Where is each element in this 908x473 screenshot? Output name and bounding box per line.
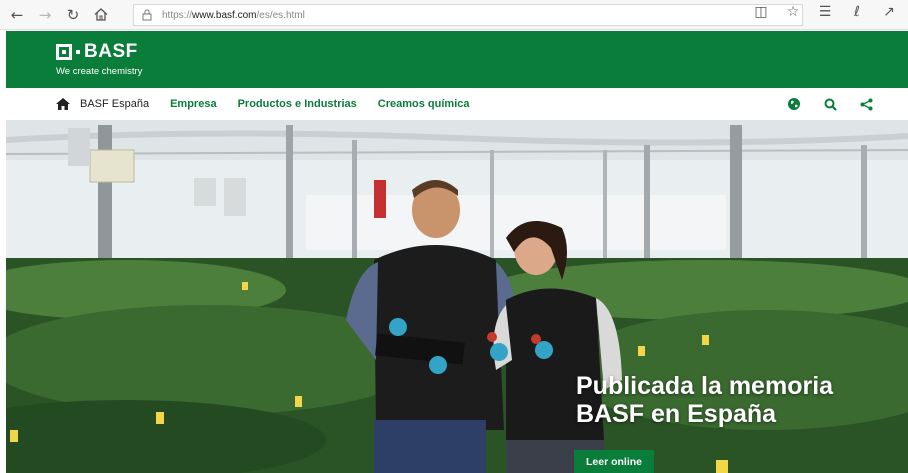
url-text: https://www.basf.com/es/es.html [162, 10, 305, 21]
basf-logo[interactable]: BASF We create chemistry [56, 41, 142, 77]
hero-banner[interactable]: Publicada la memoria BASF en España Leer… [6, 120, 908, 473]
site-header: BASF We create chemistry [6, 31, 908, 88]
logo-text: BASF [84, 41, 138, 62]
nav-item-creamos-quimica[interactable]: Creamos química [378, 98, 470, 110]
read-online-button[interactable]: Leer online [574, 450, 654, 473]
refresh-icon[interactable]: ↻ [62, 4, 84, 26]
share-icon[interactable] [858, 96, 874, 112]
browser-toolbar: ← → ↻ https://www.basf.com/es/es.html ◫ … [0, 0, 908, 30]
forward-icon[interactable]: → [34, 4, 56, 26]
logo-dot-icon [76, 50, 80, 54]
logo-square-icon [56, 44, 72, 60]
hero-headline-line1: Publicada la memoria [576, 372, 834, 400]
url-domain: www.basf.com [192, 9, 257, 21]
hero-headline[interactable]: Publicada la memoria BASF en España [576, 372, 896, 428]
main-nav: BASF España Empresa Productos e Industri… [6, 88, 908, 120]
nav-item-basf-espana[interactable]: BASF España [80, 98, 149, 110]
nav-home-icon[interactable] [56, 97, 72, 111]
browser-right-tools: ◫ ☆ ☰ ℓ ↗ [752, 4, 898, 20]
home-icon[interactable] [90, 4, 112, 26]
nav-tools [786, 96, 874, 112]
share-icon[interactable]: ↗ [880, 4, 898, 20]
search-icon[interactable] [822, 96, 838, 112]
pen-icon[interactable]: ℓ [848, 4, 866, 20]
nav-item-productos-industrias[interactable]: Productos e Industrias [238, 98, 357, 110]
reading-view-icon[interactable]: ◫ [752, 4, 770, 20]
address-bar[interactable]: https://www.basf.com/es/es.html [133, 4, 803, 26]
hero-headline-line2: BASF en España [576, 400, 777, 428]
favorite-star-icon[interactable]: ☆ [784, 4, 802, 20]
url-prefix: https:// [162, 9, 193, 21]
globe-icon[interactable] [786, 96, 802, 112]
tagline: We create chemistry [56, 66, 143, 77]
url-path: /es/es.html [256, 9, 305, 21]
favorites-list-icon[interactable]: ☰ [816, 4, 834, 20]
nav-item-empresa[interactable]: Empresa [170, 98, 216, 110]
lock-icon [142, 8, 154, 22]
back-icon[interactable]: ← [6, 4, 28, 26]
